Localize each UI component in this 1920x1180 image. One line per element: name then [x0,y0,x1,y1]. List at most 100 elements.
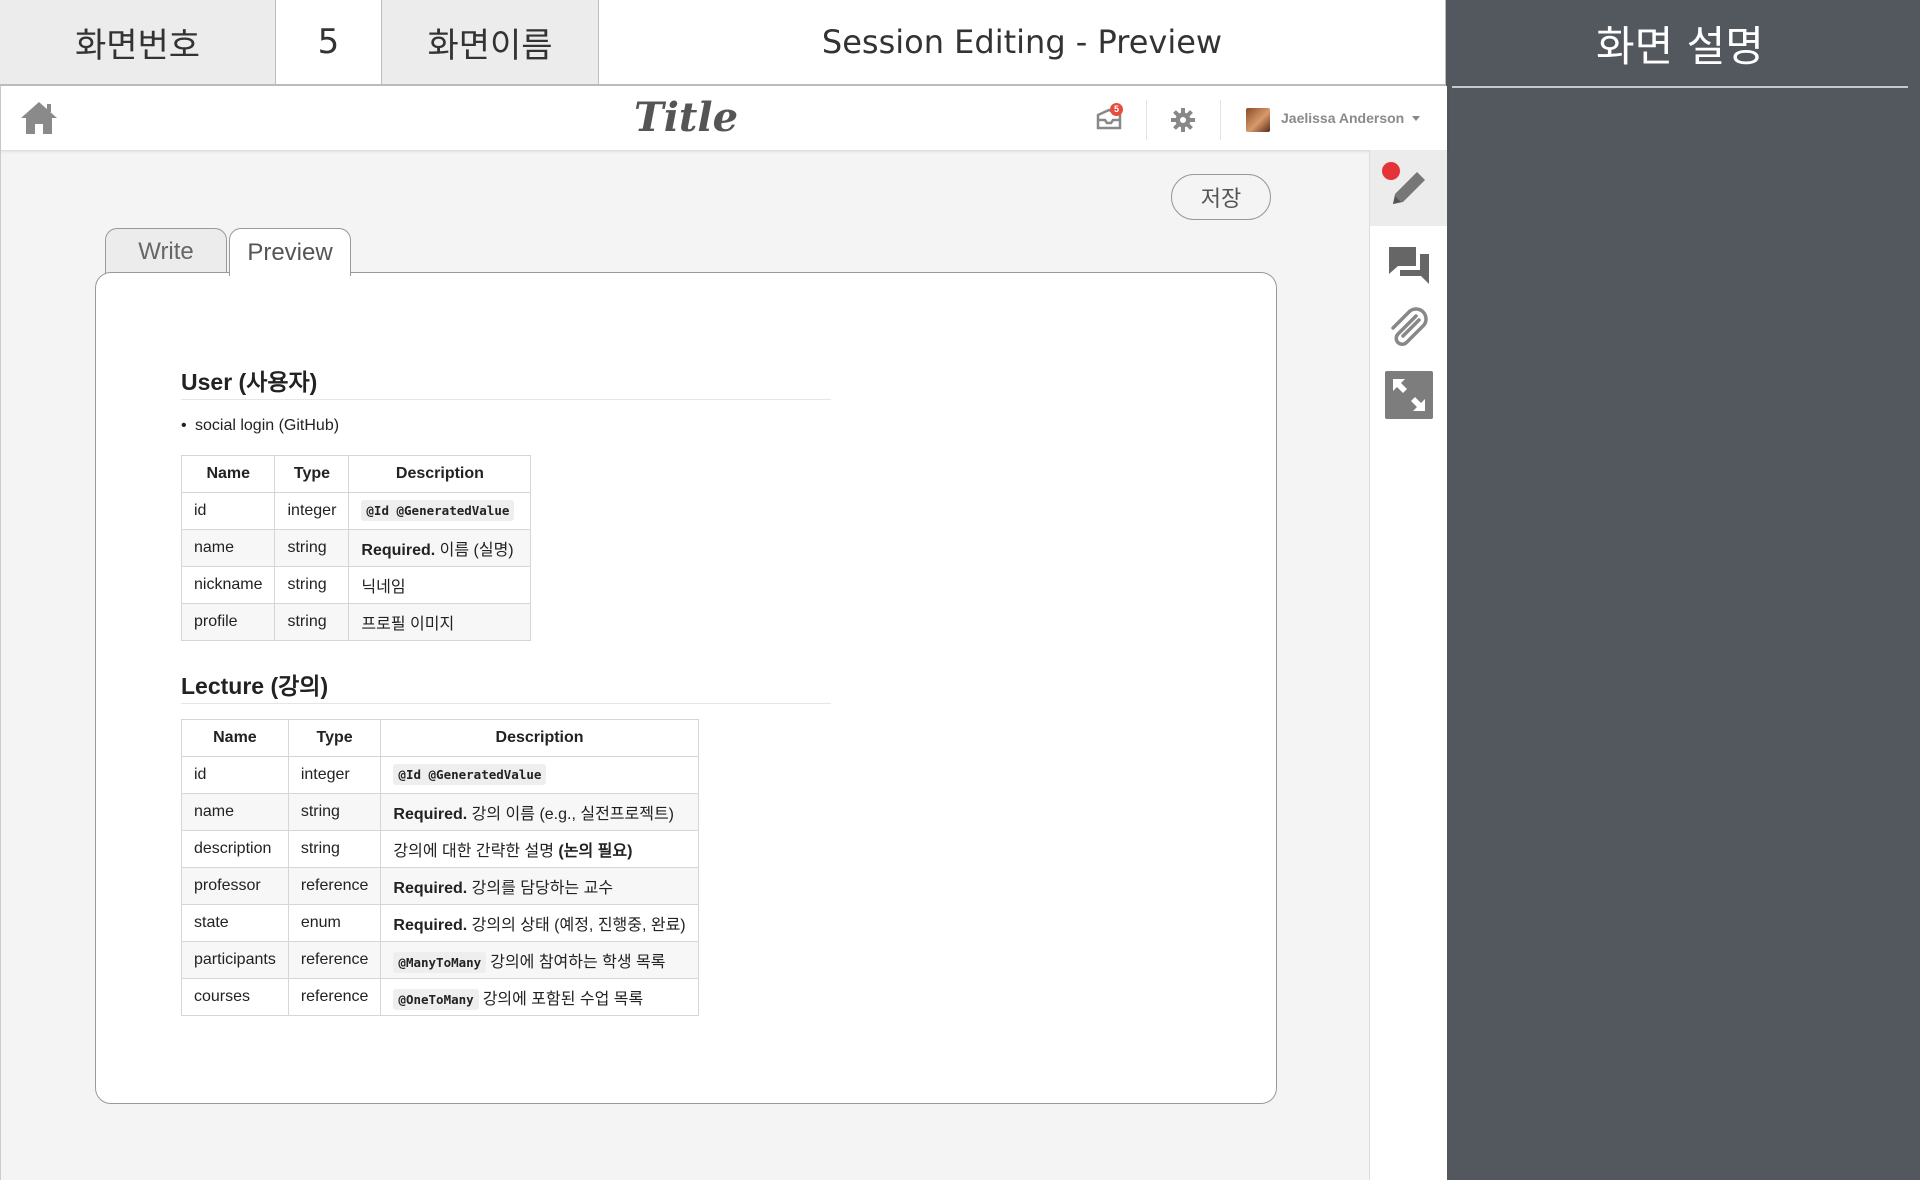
cell-name: name [181,793,289,831]
cell-type: reference [287,867,382,905]
cell-type: string [287,830,382,868]
question-answer-icon [1388,247,1429,284]
lecture-table: Name Type Description id integer @Id @Gene… [181,719,699,1016]
code-annotation: @Id @GeneratedValue [393,764,547,785]
tab-write[interactable]: Write [105,228,227,274]
gear-icon[interactable] [1171,108,1195,132]
table-row: nickname string 닉네임 [180,566,532,604]
required-label: Required. [393,806,468,823]
cell-description: Required. 강의를 담당하는 교수 [380,867,699,905]
tab-preview[interactable]: Preview [229,228,351,276]
cell-description: 프로필 이미지 [348,603,532,641]
cell-type: string [274,566,350,604]
fullscreen-tool-button[interactable] [1370,362,1447,428]
section-heading-lecture: Lecture (강의) [181,673,329,699]
column-header: Description [348,455,532,493]
column-header: Name [181,719,289,757]
cell-type: reference [287,978,382,1016]
cell-name: id [180,492,276,530]
description-text: 강의의 상태 (예정, 진행중, 완료) [471,917,686,934]
description-text: 강의에 대한 간략한 설명 [393,843,554,860]
description-text: 이름 (실명) [439,542,514,559]
user-name[interactable]: Jaelissa Anderson [1281,110,1404,126]
navbar: Title 5 Jaelissa Anderson [1,86,1447,151]
home-icon[interactable] [19,100,59,136]
screen-number-label: 화면번호 [0,0,276,86]
notification-badge: 5 [1110,103,1123,116]
required-label: Required. [393,880,468,897]
table-row: courses reference @OneToMany 강의에 포함된 수업 목록 [181,978,699,1016]
description-text: 강의에 포함된 수업 목록 [482,991,644,1008]
table-row: name string Required. 이름 (실명) [180,529,532,567]
user-table: Name Type Description id integer @Id @Gene… [180,455,532,641]
cell-name: state [181,904,289,942]
cell-name: participants [181,941,289,979]
table-row: participants reference @ManyToMany 강의에 참여하는… [181,941,699,979]
cell-description: @OneToMany 강의에 포함된 수업 목록 [380,978,699,1016]
navbar-divider [1220,100,1221,140]
cell-name: courses [181,978,289,1016]
screen-number: 5 [276,0,382,86]
table-row: id integer @Id @GeneratedValue [181,756,699,794]
heading-divider [181,703,831,704]
cell-type: string [274,603,350,641]
section-heading-user: User (사용자) [181,369,318,395]
column-header: Type [287,719,382,757]
column-header: Description [380,719,699,757]
cell-type: integer [287,756,382,794]
app-title: Title [633,94,739,141]
cell-name: profile [180,603,276,641]
table-row: description string 강의에 대한 간략한 설명 (논의 필요) [181,830,699,868]
column-header: Name [180,455,276,493]
side-toolbar [1369,150,1447,1180]
required-label: Required. [393,917,468,934]
description-note: (논의 필요) [558,843,633,860]
attachment-tool-button[interactable] [1370,296,1447,362]
cell-description: Required. 이름 (실명) [348,529,532,567]
cell-description: Required. 강의의 상태 (예정, 진행중, 완료) [380,904,699,942]
app-window: Title 5 Jaelissa Anderson 저장 Write Previ… [0,86,1447,1180]
list-item: social login (GitHub) [181,417,339,435]
comments-tool-button[interactable] [1370,232,1447,298]
cell-description: 강의에 대한 간략한 설명 (논의 필요) [380,830,699,868]
recording-indicator [1382,162,1400,180]
cell-type: reference [287,941,382,979]
table-row: state enum Required. 강의의 상태 (예정, 진행중, 완료) [181,904,699,942]
column-header: Type [274,455,350,493]
required-label: Required. [361,542,436,559]
description-text: 강의에 참여하는 학생 목록 [490,954,666,971]
description-text: 닉네임 [361,579,406,596]
description-text: 강의를 담당하는 교수 [471,880,614,897]
navbar-divider [1146,100,1147,140]
cell-name: name [180,529,276,567]
heading-divider [181,399,831,400]
code-annotation: @ManyToMany [393,952,487,973]
cell-name: nickname [180,566,276,604]
code-annotation: @Id @GeneratedValue [361,500,515,521]
cell-description: @Id @GeneratedValue [380,756,699,794]
table-row: professor reference Required. 강의를 담당하는 교수 [181,867,699,905]
avatar[interactable] [1246,108,1270,132]
edit-tool-button[interactable] [1370,150,1447,226]
cell-description: @Id @GeneratedValue [348,492,532,530]
expand-icon [1384,371,1433,419]
cell-name: description [181,830,289,868]
preview-panel: User (사용자) social login (GitHub) Name Ty… [95,272,1277,1104]
code-annotation: @OneToMany [393,989,479,1010]
screen-description-title: 화면 설명 [1452,0,1908,88]
screen-meta-header: 화면번호 5 화면이름 Session Editing - Preview [0,0,1446,86]
cell-description: 닉네임 [348,566,532,604]
cell-name: id [181,756,289,794]
table-row: profile string 프로필 이미지 [180,603,532,641]
table-row: name string Required. 강의 이름 (e.g., 실전프로젝트) [181,793,699,831]
save-button[interactable]: 저장 [1171,174,1271,220]
cell-type: enum [287,904,382,942]
screen-name: Session Editing - Preview [599,0,1446,86]
screen-name-label: 화면이름 [382,0,599,86]
table-row: id integer @Id @GeneratedValue [180,492,532,530]
screen-description-panel: 화면 설명 [1446,0,1920,1180]
cell-description: @ManyToMany 강의에 참여하는 학생 목록 [380,941,699,979]
chevron-down-icon[interactable] [1412,116,1420,121]
cell-description: Required. 강의 이름 (e.g., 실전프로젝트) [380,793,699,831]
cell-type: integer [274,492,350,530]
